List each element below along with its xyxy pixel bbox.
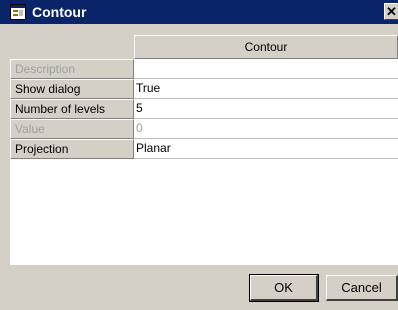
ok-button[interactable]: OK xyxy=(249,274,319,302)
window-title: Contour xyxy=(32,4,87,20)
property-label: Value xyxy=(10,119,134,139)
property-label: Number of levels xyxy=(10,99,134,119)
property-row-description[interactable]: Description xyxy=(10,59,398,79)
property-value[interactable] xyxy=(134,59,398,79)
property-value[interactable]: Planar xyxy=(134,139,398,159)
column-header: Contour xyxy=(134,35,398,59)
property-row-projection[interactable]: Projection Planar xyxy=(10,139,398,159)
property-row-show-dialog[interactable]: Show dialog True xyxy=(10,79,398,99)
property-row-number-of-levels[interactable]: Number of levels 5 xyxy=(10,99,398,119)
cancel-button[interactable]: Cancel xyxy=(326,275,398,301)
app-window-icon xyxy=(10,4,26,20)
property-value[interactable]: True xyxy=(134,79,398,99)
property-label: Projection xyxy=(10,139,134,159)
property-label: Show dialog xyxy=(10,79,134,99)
property-row-value[interactable]: Value 0 xyxy=(10,119,398,139)
property-grid: Contour Description Show dialog True Num… xyxy=(0,35,398,265)
title-bar[interactable]: Contour ✕ xyxy=(0,0,398,24)
grid-corner xyxy=(10,35,134,59)
close-button[interactable]: ✕ xyxy=(384,3,398,20)
grid-margin xyxy=(0,35,10,265)
close-icon: ✕ xyxy=(386,4,397,19)
property-value[interactable]: 5 xyxy=(134,99,398,119)
contour-dialog: Contour ✕ Contour Description Show dialo… xyxy=(0,0,398,310)
property-value[interactable]: 0 xyxy=(134,119,398,139)
property-label: Description xyxy=(10,59,134,79)
